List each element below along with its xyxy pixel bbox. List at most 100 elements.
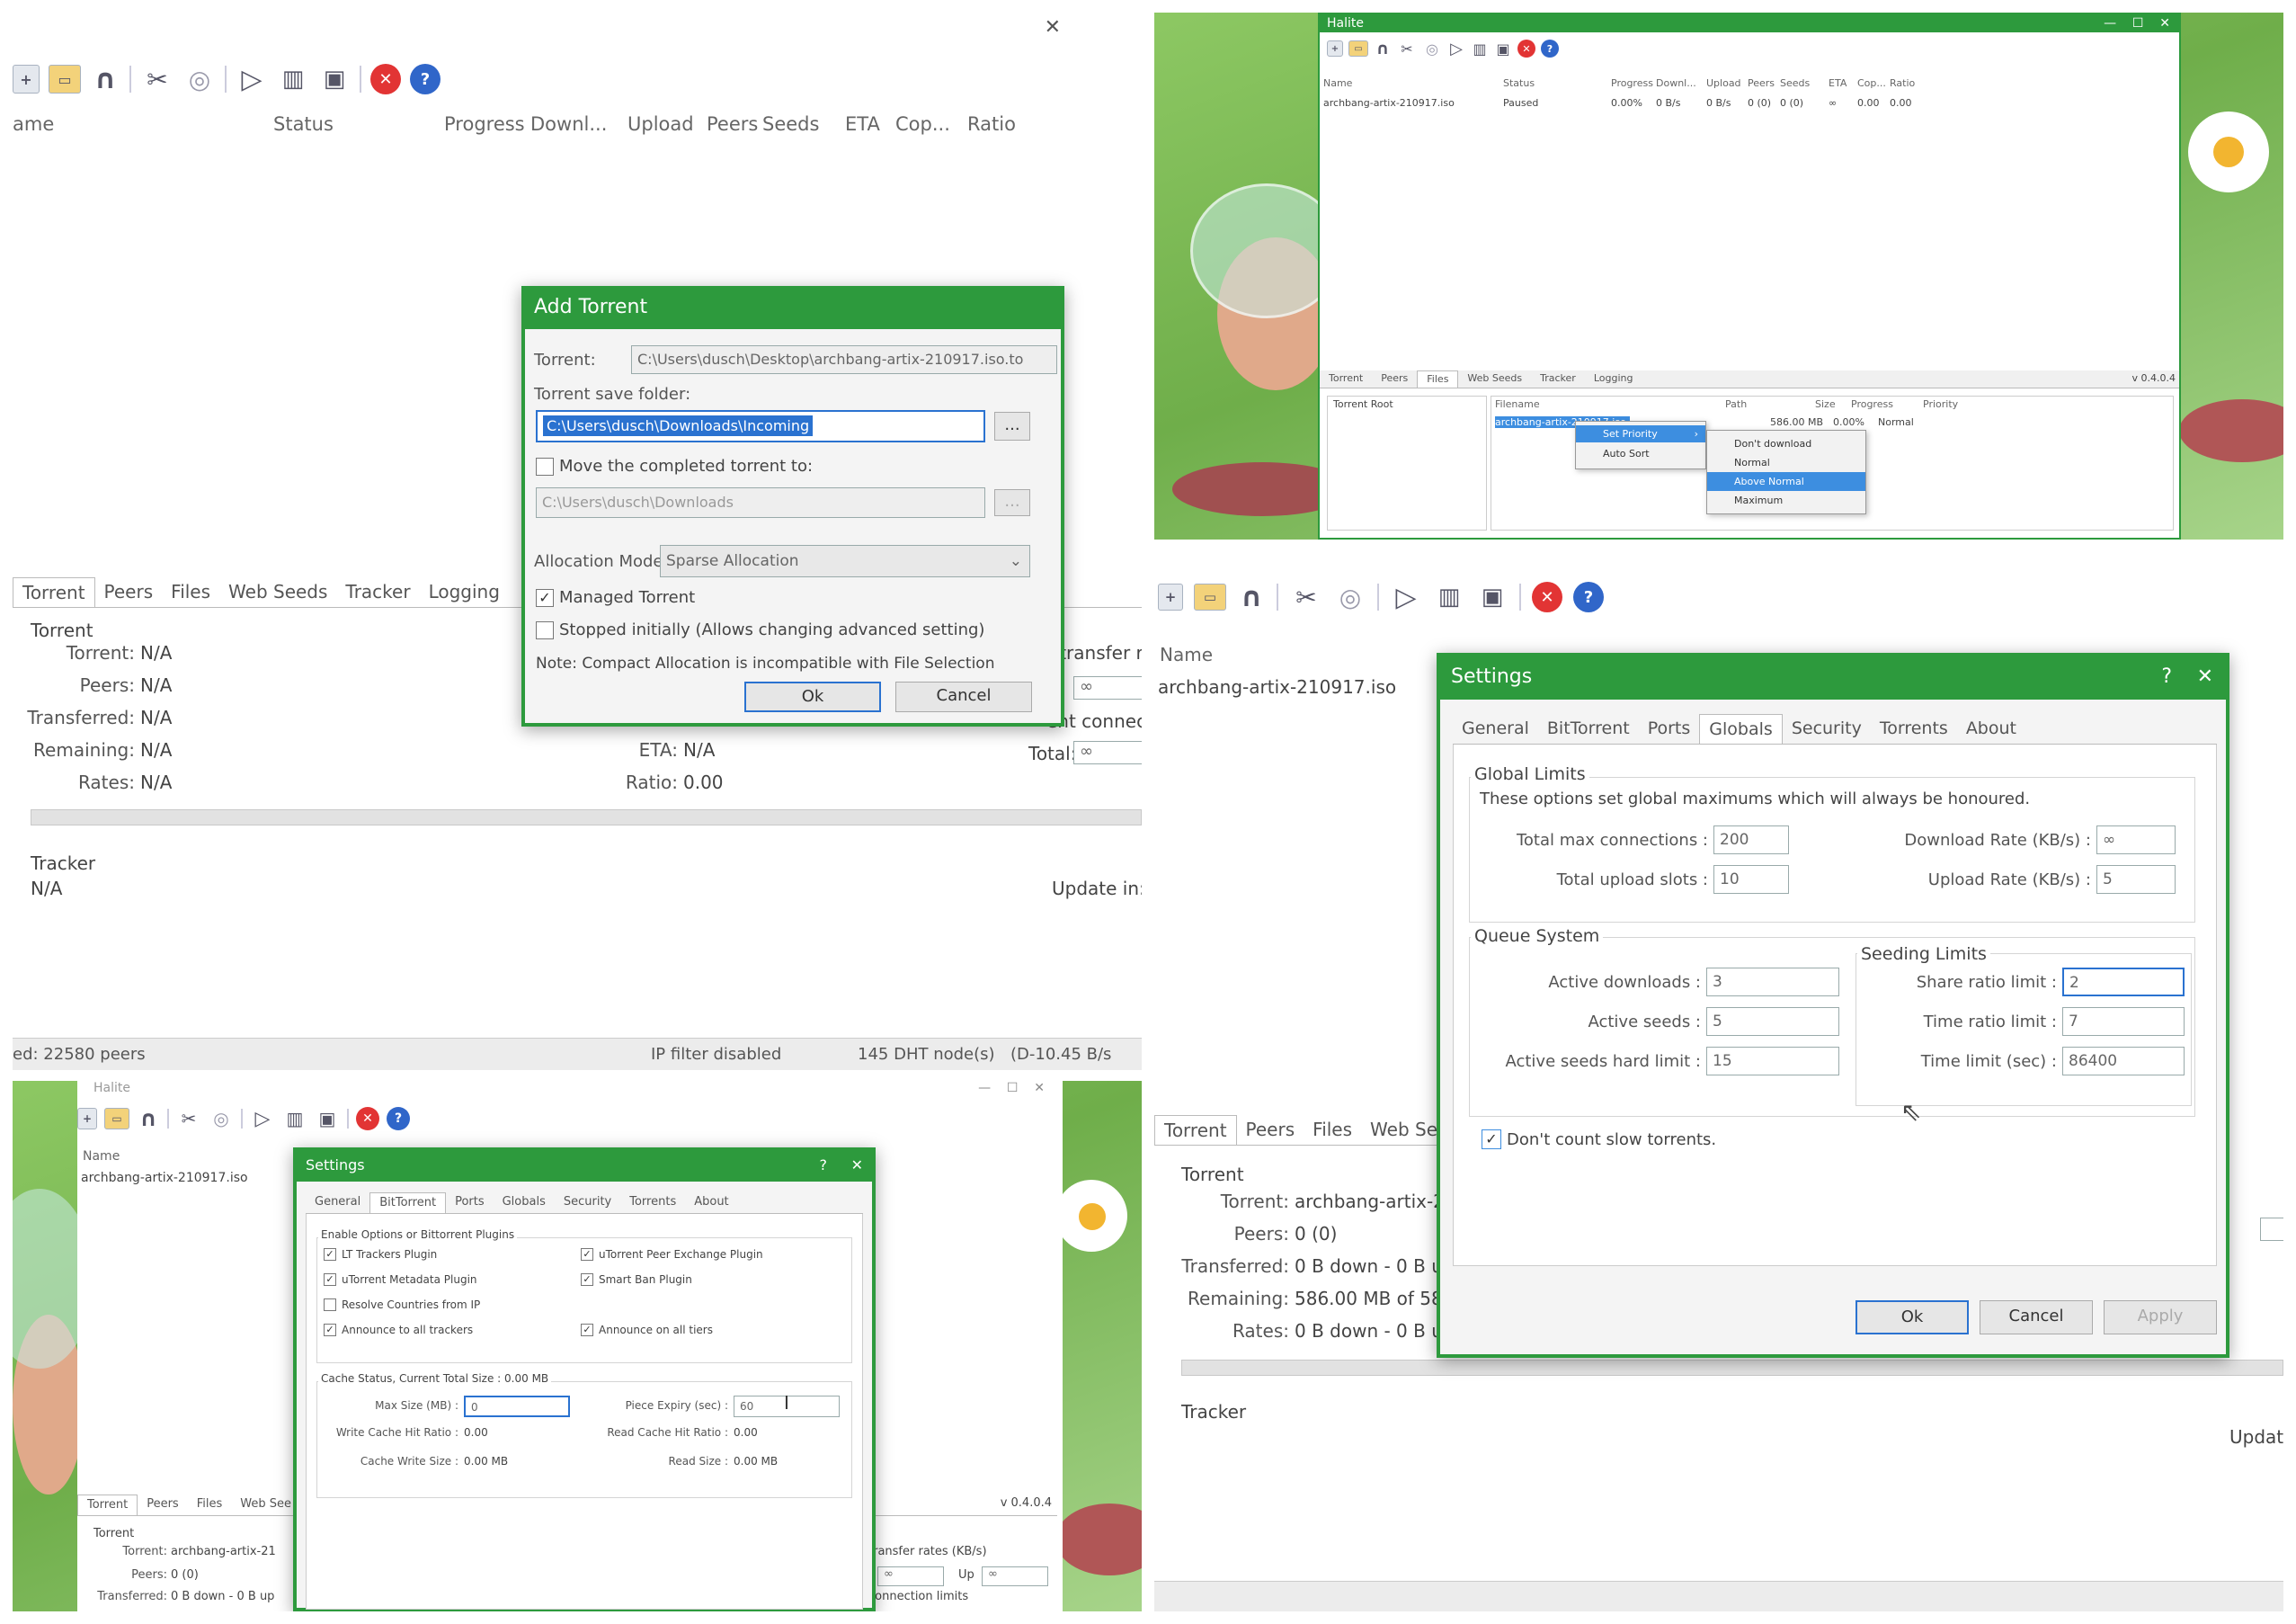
tab-files[interactable]: Files	[1304, 1115, 1361, 1145]
tab-bittorrent[interactable]: BitTorrent	[369, 1192, 447, 1213]
col-upload[interactable]: Upload	[627, 113, 707, 135]
ok-button[interactable]: Ok	[744, 682, 881, 712]
active-downloads-input[interactable]: 3	[1706, 968, 1839, 996]
magnet-icon[interactable]: ∩	[90, 64, 120, 95]
total-conn-input[interactable]: ∞	[1073, 741, 1142, 764]
rate-up-input[interactable]: ∞	[982, 1566, 1048, 1586]
move-completed-checkbox[interactable]: Move the completed torrent to:	[536, 457, 813, 476]
window-close-icon[interactable]: ✕	[1045, 16, 1061, 39]
tab-files[interactable]: Files	[162, 577, 219, 607]
tab-ports[interactable]: Ports	[1639, 714, 1700, 744]
magnet-icon[interactable]: ∩	[1237, 582, 1266, 613]
tab-logging[interactable]: Logging	[1585, 370, 1642, 388]
lt-trackers-checkbox[interactable]: ✓ LT Trackers Plugin	[324, 1248, 437, 1261]
play-icon[interactable]: ▷	[236, 64, 268, 95]
torrent-row[interactable]: archbang-artix-210917.iso Paused 0.00% 0…	[1323, 97, 1922, 109]
resolve-countries-checkbox[interactable]: Resolve Countries from IP	[324, 1298, 480, 1311]
tab-general[interactable]: General	[306, 1192, 369, 1213]
settings-icon[interactable]: ✂	[1289, 583, 1323, 612]
hard-limit-input[interactable]: 15	[1706, 1047, 1839, 1075]
cancel-button[interactable]: Cancel	[1980, 1300, 2093, 1334]
tab-globals[interactable]: Globals	[1699, 714, 1783, 744]
col-name[interactable]: Name	[83, 1149, 120, 1164]
col-size[interactable]: Size	[1815, 398, 1851, 410]
download-rate-input[interactable]: ∞	[2096, 825, 2176, 854]
col-file-progress[interactable]: Progress	[1851, 398, 1923, 410]
tab-globals[interactable]: Globals	[494, 1192, 555, 1213]
col-filename[interactable]: Filename	[1495, 398, 1725, 410]
smart-ban-checkbox[interactable]: ✓ Smart Ban Plugin	[581, 1273, 692, 1286]
time-ratio-input[interactable]: 7	[2062, 1007, 2185, 1036]
col-eta[interactable]: ETA	[1829, 77, 1857, 89]
about-icon[interactable]: ?	[410, 64, 441, 94]
remove-icon[interactable]: ✕	[356, 1107, 379, 1130]
menu-dont-download[interactable]: Don't download	[1707, 434, 1865, 453]
settings-icon[interactable]: ✂	[1397, 40, 1417, 58]
move-path-input[interactable]: C:\Users\dusch\Downloads	[536, 487, 985, 518]
remove-icon[interactable]: ✕	[370, 64, 401, 94]
tab-files[interactable]: Files	[188, 1495, 232, 1515]
open-folder-icon[interactable]: ▭	[1194, 584, 1226, 611]
tab-bittorrent[interactable]: BitTorrent	[1538, 714, 1639, 744]
stop-icon[interactable]: ▣	[318, 64, 351, 94]
add-file-icon[interactable]: +	[1158, 584, 1183, 611]
time-limit-input[interactable]: 86400	[2062, 1047, 2185, 1075]
tab-general[interactable]: General	[1453, 714, 1538, 744]
col-path[interactable]: Path	[1725, 398, 1815, 410]
pause-icon[interactable]: ▥	[277, 64, 309, 94]
settings-icon[interactable]: ✂	[176, 1107, 201, 1130]
tab-web-seeds[interactable]: Web Seeds	[1458, 370, 1531, 388]
globe-icon[interactable]: ◎	[1334, 583, 1366, 612]
apply-button[interactable]: Apply	[2104, 1300, 2217, 1334]
utorrent-metadata-checkbox[interactable]: ✓ uTorrent Metadata Plugin	[324, 1273, 477, 1286]
save-folder-input[interactable]: C:\Users\dusch\Downloads\Incoming	[536, 410, 985, 442]
tab-files[interactable]: Files	[1417, 370, 1459, 388]
menu-auto-sort[interactable]: Auto Sort	[1576, 442, 1705, 465]
tab-tracker[interactable]: Tracker	[336, 577, 419, 607]
about-icon[interactable]: ?	[1573, 582, 1604, 612]
open-folder-icon[interactable]: ▭	[49, 65, 81, 94]
ok-button[interactable]: Ok	[1855, 1300, 1969, 1334]
tab-peers[interactable]: Peers	[95, 577, 163, 607]
peer-exchange-checkbox[interactable]: ✓ uTorrent Peer Exchange Plugin	[581, 1248, 763, 1261]
col-status[interactable]: Status	[273, 113, 444, 135]
open-folder-icon[interactable]: ▭	[1348, 40, 1368, 57]
col-progress[interactable]: Progress	[444, 113, 530, 135]
tab-peers[interactable]: Peers	[1372, 370, 1417, 388]
torrent-row-name[interactable]: archbang-artix-210917.iso	[1158, 676, 1396, 698]
tab-torrent[interactable]: Torrent	[77, 1495, 138, 1515]
tab-logging[interactable]: Logging	[420, 577, 509, 607]
col-status[interactable]: Status	[1503, 77, 1611, 89]
tab-security[interactable]: Security	[555, 1192, 620, 1213]
about-icon[interactable]: ?	[387, 1107, 410, 1130]
col-seeds[interactable]: Seeds	[1780, 77, 1829, 89]
help-icon[interactable]: ?	[2161, 656, 2172, 698]
max-size-input[interactable]: 0	[464, 1396, 570, 1417]
announce-all-tiers-checkbox[interactable]: ✓ Announce on all tiers	[581, 1324, 713, 1336]
tab-security[interactable]: Security	[1783, 714, 1871, 744]
stop-icon[interactable]: ▣	[315, 1107, 340, 1130]
close-icon[interactable]: ✕	[851, 1151, 863, 1180]
help-icon[interactable]: ?	[820, 1151, 828, 1180]
announce-all-trackers-checkbox[interactable]: ✓ Announce to all trackers	[324, 1324, 473, 1336]
dont-count-slow-checkbox[interactable]: ✓ Don't count slow torrents.	[1482, 1129, 1716, 1149]
tab-web-seeds[interactable]: Web See	[231, 1495, 300, 1515]
col-upload[interactable]: Upload	[1706, 77, 1748, 89]
open-folder-icon[interactable]: ▭	[104, 1108, 129, 1129]
tab-about[interactable]: About	[685, 1192, 737, 1213]
remove-icon[interactable]: ✕	[1517, 40, 1535, 58]
browse-save-folder-button[interactable]: ...	[994, 412, 1030, 441]
tab-torrent[interactable]: Torrent	[1320, 370, 1372, 388]
file-row[interactable]: archbang-artix-210917.iso 586.00 MB 0.00…	[1495, 416, 1932, 428]
allocation-mode-select[interactable]: Sparse Allocation ⌄	[660, 545, 1030, 577]
browse-move-button[interactable]: ...	[994, 489, 1030, 516]
menu-maximum[interactable]: Maximum	[1707, 491, 1865, 510]
globe-icon[interactable]: ◎	[1422, 40, 1442, 58]
col-ratio[interactable]: Ratio	[967, 113, 1021, 135]
add-file-icon[interactable]: +	[1327, 40, 1343, 57]
rate-down-input[interactable]: ∞	[1073, 676, 1142, 700]
menu-normal[interactable]: Normal	[1707, 453, 1865, 472]
pause-icon[interactable]: ▥	[282, 1107, 307, 1130]
window-controls[interactable]: — ☐ ✕	[978, 1081, 1045, 1095]
tab-torrents[interactable]: Torrents	[1871, 714, 1957, 744]
